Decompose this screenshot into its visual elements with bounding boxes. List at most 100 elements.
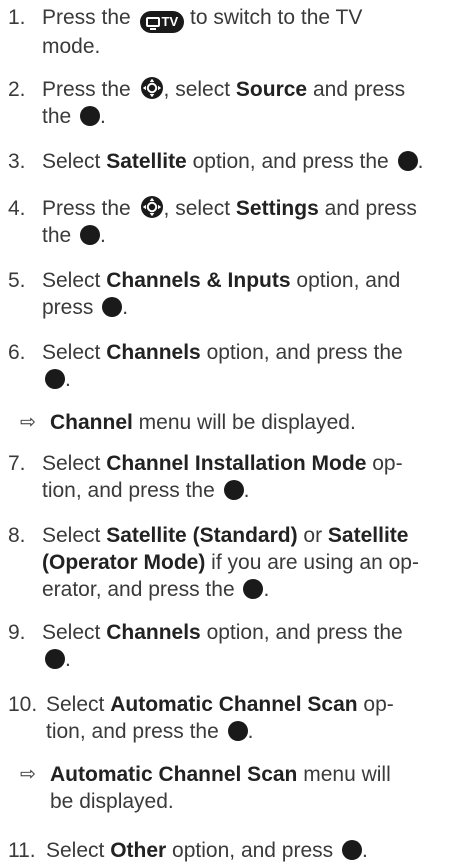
text-line: mode.	[42, 33, 469, 60]
step-text: .	[243, 479, 250, 502]
ok-button-icon	[45, 649, 65, 669]
emphasis-text: Automatic Channel Scan	[110, 693, 358, 716]
right-arrow-icon: ⇨	[20, 412, 36, 433]
step-number: 8.	[8, 524, 26, 547]
text-line: (Operator Mode) if you are using an op-	[42, 549, 469, 576]
step-text: Select	[42, 524, 107, 547]
emphasis-text: Channels	[106, 621, 201, 644]
text-line: .	[42, 646, 469, 673]
navigation-pad-icon	[140, 76, 164, 100]
ok-button-icon	[80, 106, 101, 126]
text-line: Select Channels option, and press the	[42, 619, 469, 646]
step-number: 7.	[8, 452, 26, 475]
emphasis-text: Channel	[50, 411, 133, 434]
step-text: if you are using an op-	[205, 551, 419, 574]
step-text: Select	[42, 150, 107, 173]
step-text: the	[42, 105, 78, 128]
emphasis-text: Source	[235, 78, 308, 101]
emphasis-text: Other	[110, 839, 167, 862]
step-text: Press the	[42, 197, 137, 220]
text-line: Channel menu will be displayed.	[50, 409, 356, 436]
right-arrow-icon: ⇨	[20, 764, 36, 785]
text-line: tion, and press the .	[42, 477, 469, 504]
text-line: Press the , select Settings and press	[42, 195, 469, 222]
step-text: menu will	[297, 763, 391, 786]
step-text: option, and	[290, 269, 401, 292]
step-body: Press the , select Settings and press the…	[42, 195, 469, 249]
step-text: option, and press	[166, 839, 339, 862]
step-text: tion, and press the	[42, 479, 221, 502]
step-text: and press	[318, 197, 417, 220]
step-number: 5.	[8, 269, 26, 292]
step-text: menu will be displayed.	[132, 411, 356, 434]
step-body: Press the , select Source and press the .	[42, 76, 469, 130]
step-text: .	[65, 368, 71, 391]
emphasis-text: Satellite	[327, 524, 409, 547]
ok-button-icon	[80, 225, 101, 245]
step-number: 1.	[8, 6, 26, 29]
step-text: .	[263, 578, 270, 601]
tv-button-icon: TV	[139, 11, 185, 33]
text-line: Automatic Channel Scan menu will	[50, 761, 391, 788]
text-line: Select Satellite option, and press the .	[42, 148, 469, 175]
step-body: Automatic Channel Scan menu will be displ…	[50, 761, 391, 815]
text-line: .	[42, 366, 469, 393]
ok-button-icon	[243, 579, 264, 599]
navigation-pad-icon	[140, 195, 164, 219]
emphasis-text: Satellite	[106, 150, 187, 173]
step-text: , select	[163, 78, 236, 101]
step-number: 11.	[8, 839, 36, 862]
step-body: Select Satellite option, and press the .	[42, 148, 469, 175]
step-text: op-	[357, 693, 394, 716]
ok-button-icon	[397, 151, 418, 171]
step-text: the	[42, 224, 78, 247]
step-text: to switch to the TV	[184, 6, 363, 29]
step-text: or	[297, 524, 328, 547]
text-line: tion, and press the .	[46, 718, 469, 745]
text-line: Select Satellite (Standard) or Satellite	[42, 522, 469, 549]
step-text: Select	[42, 269, 107, 292]
step-text: .	[122, 296, 129, 319]
emphasis-text: Settings	[235, 197, 319, 220]
text-line: be displayed.	[50, 788, 391, 815]
step-text: .	[100, 224, 106, 247]
step-text: Select	[42, 341, 107, 364]
step-number: 6.	[8, 341, 26, 364]
step-text: Select	[46, 693, 111, 716]
ok-button-icon	[102, 297, 123, 317]
text-line: Select Channel Installation Mode op-	[42, 450, 469, 477]
step-body: Channel menu will be displayed.	[50, 409, 356, 436]
emphasis-text: Satellite (Standard)	[106, 524, 298, 547]
step-text: option, and press the	[200, 621, 403, 644]
step-text: Select	[42, 621, 107, 644]
step-text: op-	[366, 452, 403, 475]
step-text: mode.	[42, 35, 101, 58]
emphasis-text: Channels	[106, 341, 201, 364]
ok-button-icon	[227, 721, 248, 741]
emphasis-text: Channels & Inputs	[106, 269, 291, 292]
step-number: 10.	[8, 693, 38, 716]
step-number: 4.	[8, 197, 26, 220]
text-line: Select Automatic Channel Scan op-	[46, 691, 469, 718]
text-line: Press the TV to switch to the TV	[42, 4, 469, 33]
step-body: Press the TV to switch to the TV mode.	[42, 4, 469, 60]
emphasis-text: Automatic Channel Scan	[50, 763, 298, 786]
step-body: Select Other option, and press .	[46, 837, 469, 864]
step-text: .	[417, 150, 424, 173]
step-text: Press the	[42, 78, 137, 101]
step-text: tion, and press the	[46, 720, 225, 743]
text-line: the .	[42, 103, 469, 130]
step-text: option, and press the	[186, 150, 395, 173]
step-number: 2.	[8, 78, 26, 101]
text-line: Select Other option, and press .	[46, 837, 469, 864]
step-text: , select	[163, 197, 236, 220]
text-line: the .	[42, 222, 469, 249]
ok-button-icon	[45, 369, 65, 389]
step-text: and press	[307, 78, 406, 101]
step-body: Select Channel Installation Mode op-tion…	[42, 450, 469, 504]
step-body: Select Automatic Channel Scan op-tion, a…	[46, 691, 469, 745]
step-text: be displayed.	[50, 790, 174, 813]
step-text: .	[362, 839, 368, 862]
emphasis-text: Channel Installation Mode	[106, 452, 367, 475]
step-text: erator, and press the	[42, 578, 241, 601]
